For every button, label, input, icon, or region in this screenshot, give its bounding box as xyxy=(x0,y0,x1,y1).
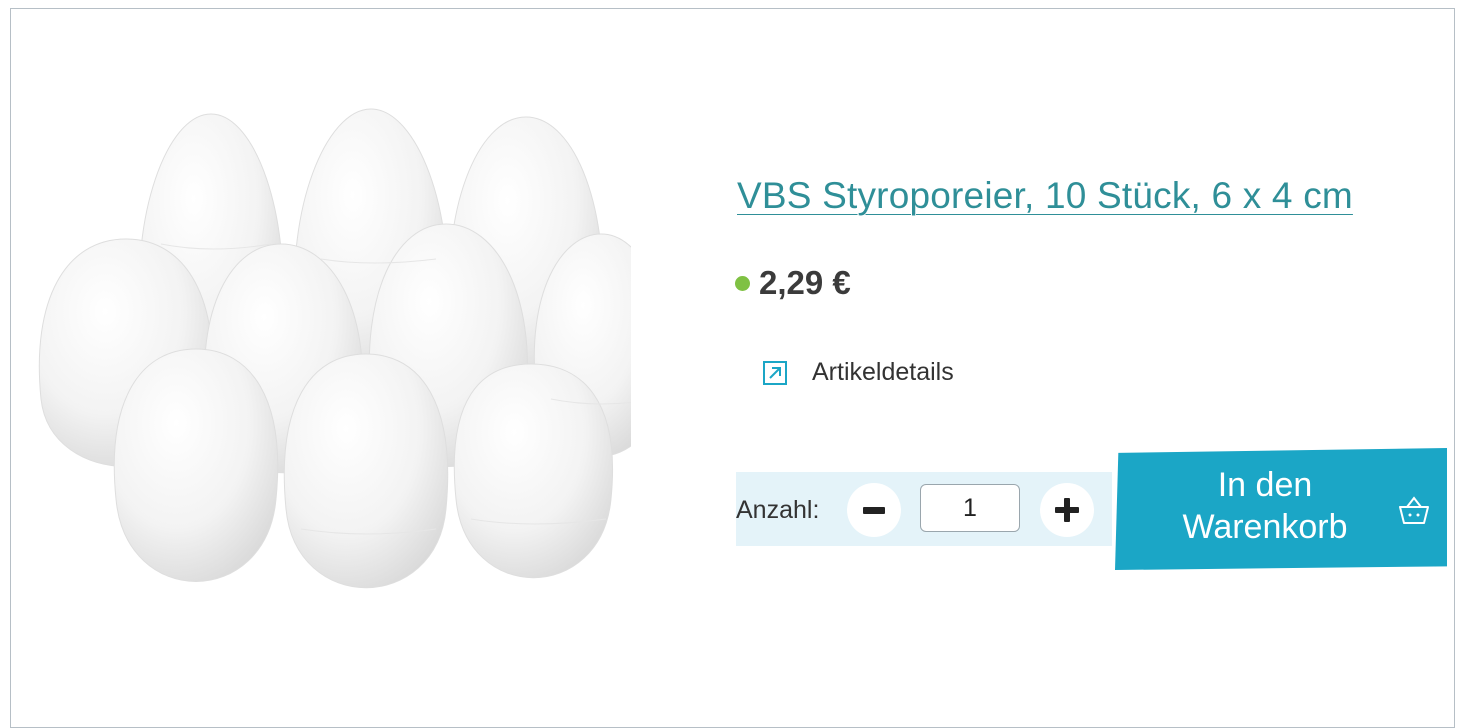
minus-icon xyxy=(863,506,885,514)
price-row: 2,29 € xyxy=(735,264,851,302)
product-card: VBS Styroporeier, 10 Stück, 6 x 4 cm 2,2… xyxy=(10,8,1455,728)
basket-icon xyxy=(1399,496,1429,524)
decrease-quantity-button[interactable] xyxy=(847,483,901,537)
quantity-label: Anzahl: xyxy=(736,496,820,524)
product-image[interactable] xyxy=(31,99,631,619)
increase-quantity-button[interactable] xyxy=(1040,483,1094,537)
product-price: 2,29 € xyxy=(759,264,851,301)
article-details-link[interactable]: Artikeldetails xyxy=(763,358,954,387)
stock-status-dot xyxy=(735,275,750,291)
article-details-label: Artikeldetails xyxy=(812,358,954,386)
product-title[interactable]: VBS Styroporeier, 10 Stück, 6 x 4 cm xyxy=(737,175,1353,217)
add-to-cart-label: In den Warenkorb xyxy=(1182,466,1348,546)
quantity-input[interactable] xyxy=(920,484,1020,532)
add-to-cart-button[interactable]: In den Warenkorb xyxy=(1115,448,1447,570)
quantity-stepper: Anzahl: xyxy=(736,472,1112,546)
external-link-icon xyxy=(763,360,787,385)
plus-icon xyxy=(1055,498,1079,522)
